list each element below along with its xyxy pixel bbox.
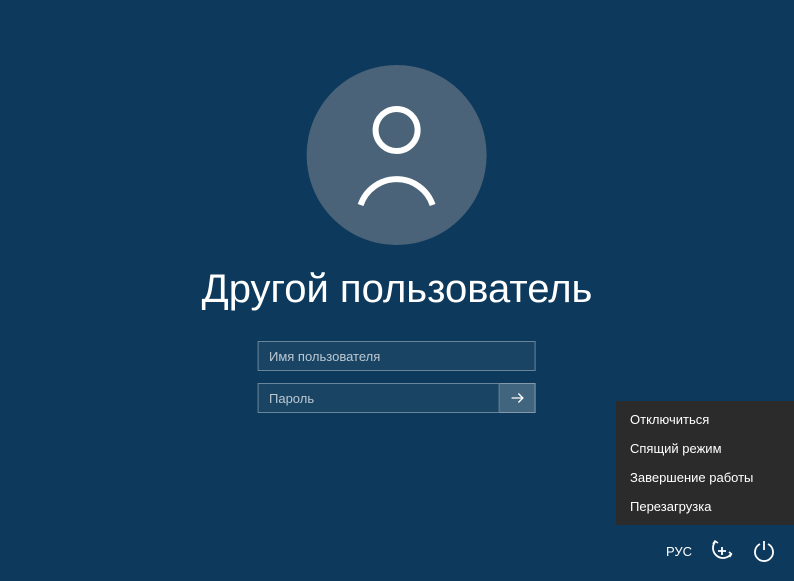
username-row (258, 341, 536, 371)
power-menu-item-disconnect[interactable]: Отключиться (616, 405, 794, 434)
avatar (307, 65, 487, 245)
power-icon (752, 539, 776, 563)
power-menu-item-shutdown[interactable]: Завершение работы (616, 463, 794, 492)
submit-button[interactable] (500, 383, 536, 413)
power-menu-item-sleep[interactable]: Спящий режим (616, 434, 794, 463)
user-title: Другой пользователь (202, 265, 593, 313)
bottom-controls: РУС (666, 539, 776, 563)
accessibility-button[interactable] (710, 539, 734, 563)
password-input[interactable] (258, 383, 500, 413)
power-button[interactable] (752, 539, 776, 563)
arrow-right-icon (509, 389, 527, 407)
login-container: Другой пользователь (202, 65, 593, 425)
password-row (258, 383, 536, 413)
accessibility-icon (710, 539, 734, 563)
power-menu: Отключиться Спящий режим Завершение рабо… (616, 401, 794, 525)
power-menu-item-restart[interactable]: Перезагрузка (616, 492, 794, 521)
language-indicator[interactable]: РУС (666, 544, 692, 559)
username-input[interactable] (258, 341, 536, 371)
person-icon (347, 100, 447, 210)
